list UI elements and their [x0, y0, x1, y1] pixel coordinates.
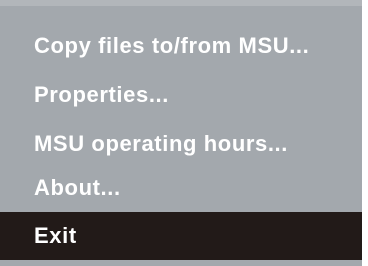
- menu-top-edge: [0, 0, 362, 6]
- menu-panel: Copy files to/from MSU... Properties... …: [0, 0, 368, 266]
- context-menu: Copy files to/from MSU... Properties... …: [0, 0, 368, 266]
- menu-item-msu-operating-hours[interactable]: MSU operating hours...: [0, 120, 362, 167]
- menu-item-about[interactable]: About...: [0, 164, 362, 211]
- menu-item-properties[interactable]: Properties...: [0, 71, 362, 118]
- menu-item-copy-files[interactable]: Copy files to/from MSU...: [0, 22, 362, 69]
- menu-bottom-edge: [0, 260, 362, 266]
- menu-item-exit[interactable]: Exit: [0, 212, 362, 260]
